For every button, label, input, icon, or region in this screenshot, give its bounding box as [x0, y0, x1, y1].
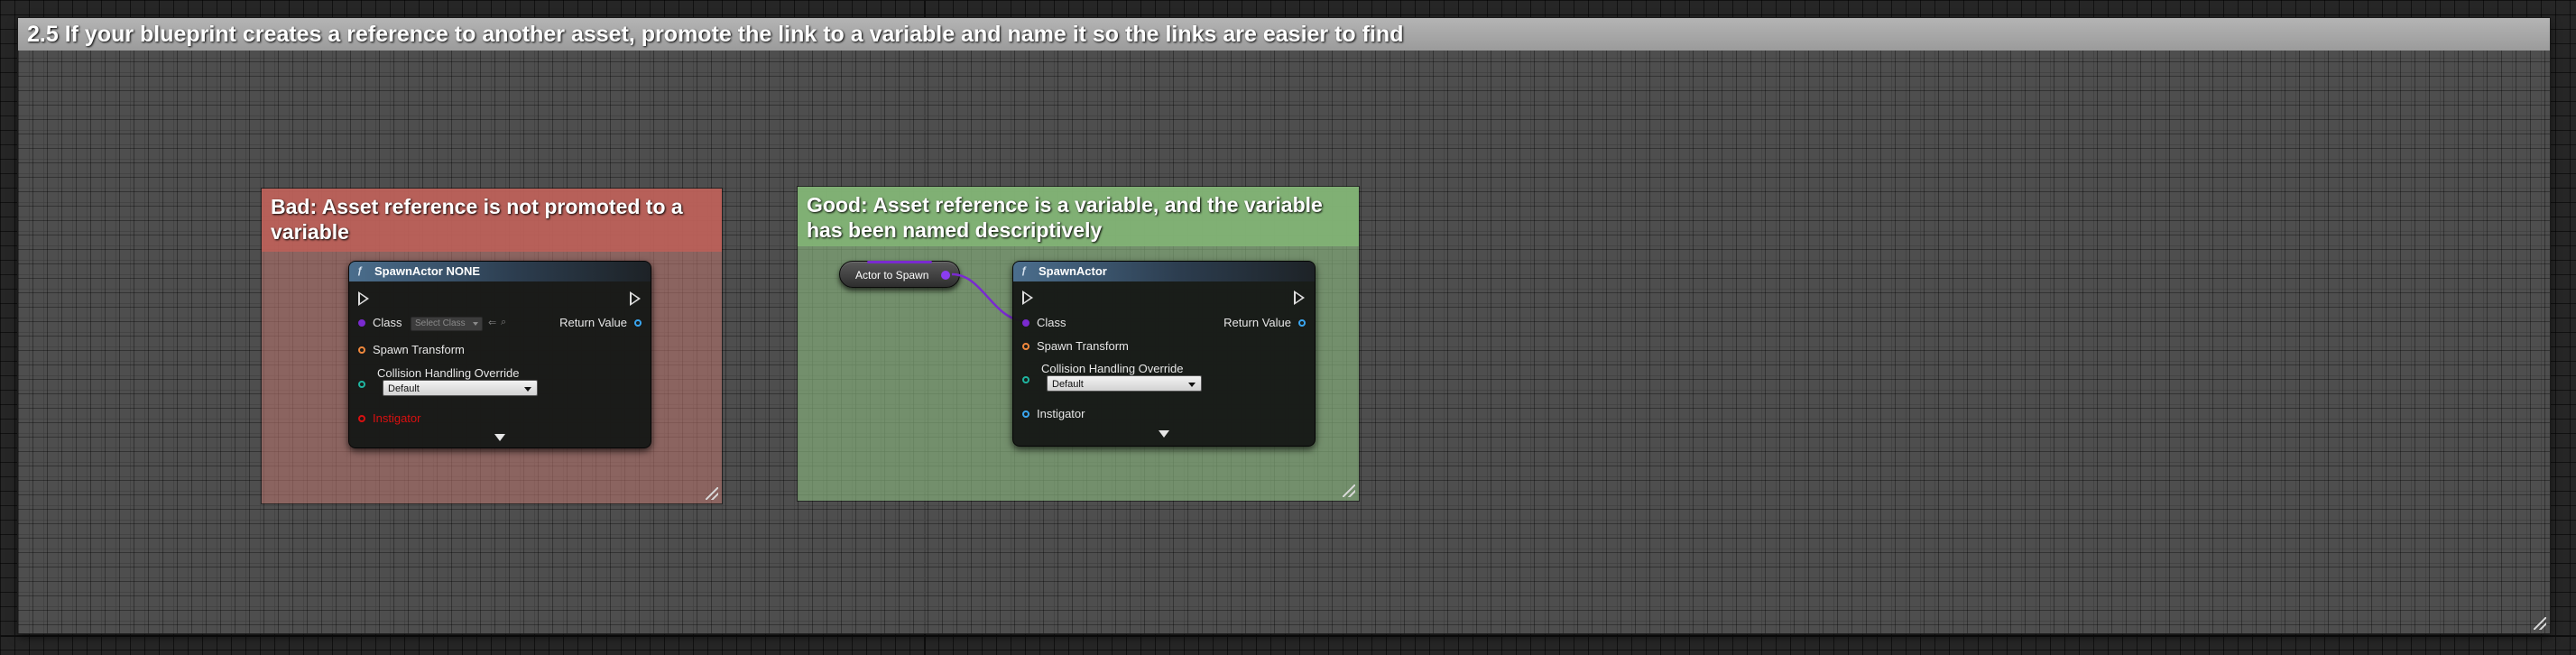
good-example-comment-title[interactable]: Good: Asset reference is a variable, and… — [798, 187, 1359, 246]
node-title: SpawnActor — [1039, 264, 1107, 278]
chevron-down-icon — [1188, 383, 1196, 387]
resize-grip-icon[interactable] — [706, 487, 718, 500]
collision-label: Collision Handling Override — [1041, 362, 1184, 375]
instigator-label: Instigator — [373, 411, 421, 425]
main-comment-title[interactable]: 2.5 If your blueprint creates a referenc… — [18, 18, 2550, 51]
collision-pin-icon[interactable] — [358, 381, 365, 388]
graph-origin-horizontal-line — [0, 635, 2576, 637]
spawn-transform-pin[interactable]: Spawn Transform — [1022, 339, 1129, 353]
expand-arrow-icon[interactable] — [494, 434, 505, 441]
class-pin-label: Class — [373, 316, 402, 329]
return-value-pin[interactable]: Return Value — [1223, 316, 1306, 329]
class-pin-label: Class — [1037, 316, 1066, 329]
return-value-label: Return Value — [1223, 316, 1291, 329]
spawn-transform-label: Spawn Transform — [1037, 339, 1129, 353]
instigator-pin[interactable]: Instigator — [1022, 407, 1085, 420]
bad-example-comment-title[interactable]: Bad: Asset reference is not promoted to … — [262, 189, 722, 252]
use-selected-arrow-icon[interactable]: ⇐ — [488, 317, 496, 328]
actor-to-spawn-variable-node[interactable]: Actor to Spawn — [839, 261, 960, 288]
return-value-pin-icon[interactable] — [634, 318, 642, 327]
browse-magnifier-icon[interactable]: ⌕ — [501, 317, 506, 328]
class-pin[interactable]: Class — [1022, 316, 1066, 329]
collision-pin-icon[interactable] — [1022, 376, 1029, 383]
collision-handling-dropdown[interactable]: Default — [383, 380, 538, 396]
variable-label: Actor to Spawn — [855, 269, 929, 281]
instigator-pin[interactable]: Instigator — [358, 411, 420, 425]
resize-grip-icon[interactable] — [2534, 617, 2546, 630]
spawn-transform-pin[interactable]: Spawn Transform — [358, 343, 465, 356]
return-value-pin-icon[interactable] — [1298, 318, 1306, 327]
class-pin[interactable]: Class — [358, 316, 402, 329]
resize-grip-icon[interactable] — [1343, 484, 1355, 497]
instigator-pin-icon[interactable] — [358, 414, 365, 422]
exec-out-pin-icon[interactable] — [630, 291, 641, 306]
return-value-label: Return Value — [559, 316, 627, 329]
exec-in-pin-icon[interactable] — [1022, 291, 1033, 305]
spawn-transform-label: Spawn Transform — [373, 343, 465, 356]
node-header[interactable]: ƒ SpawnActor — [1013, 262, 1315, 281]
collision-label: Collision Handling Override — [377, 366, 520, 380]
select-class-dropdown[interactable]: Select Class — [411, 317, 483, 331]
exec-in-pin-icon[interactable] — [358, 291, 369, 306]
collision-handling-dropdown[interactable]: Default — [1047, 375, 1202, 392]
transform-pin-icon[interactable] — [358, 346, 365, 354]
class-pin-icon[interactable] — [358, 318, 365, 327]
node-title: SpawnActor NONE — [374, 264, 481, 278]
spawn-actor-node-good[interactable]: ƒ SpawnActor Class Return Value Spawn Tr… — [1012, 261, 1316, 447]
transform-pin-icon[interactable] — [1022, 342, 1029, 350]
variable-output-pin-icon[interactable] — [941, 271, 950, 280]
collision-pin-label-row: Collision Handling Override — [1041, 362, 1184, 375]
expand-arrow-icon[interactable] — [1159, 430, 1169, 438]
collision-pin-label-row: Collision Handling Override — [377, 366, 520, 380]
spawn-actor-node-bad[interactable]: ƒ SpawnActor NONE Class Select Class ⇐ ⌕… — [348, 261, 651, 448]
return-value-pin[interactable]: Return Value — [559, 316, 642, 329]
chevron-down-icon — [524, 387, 531, 392]
chevron-down-icon — [473, 322, 478, 326]
instigator-label: Instigator — [1037, 407, 1085, 420]
variable-type-bar — [867, 261, 932, 263]
function-icon: ƒ — [1021, 265, 1028, 276]
exec-out-pin-icon[interactable] — [1294, 291, 1305, 305]
function-icon: ƒ — [357, 265, 364, 276]
instigator-pin-icon[interactable] — [1022, 410, 1029, 418]
node-header[interactable]: ƒ SpawnActor NONE — [349, 262, 651, 281]
class-pin-icon[interactable] — [1022, 318, 1029, 327]
